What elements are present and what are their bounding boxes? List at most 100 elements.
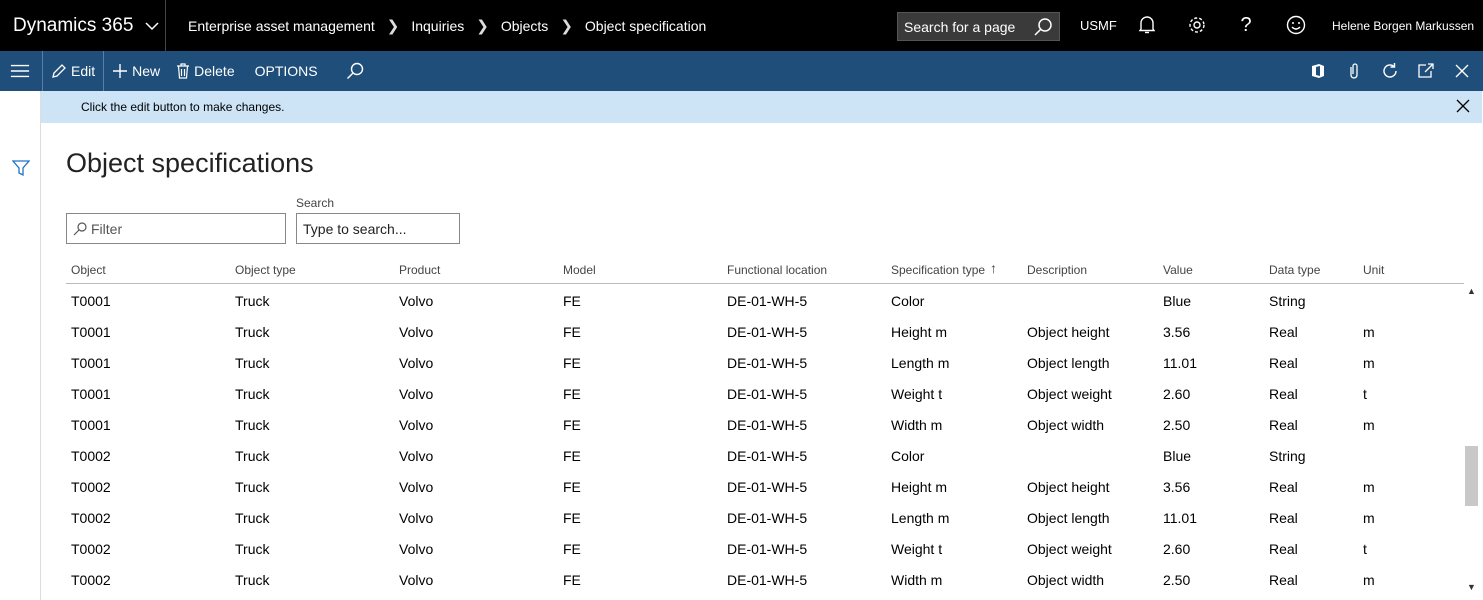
breadcrumb-item[interactable]: Inquiries <box>411 18 464 34</box>
grid-search-value: Type to search... <box>303 220 407 237</box>
chevron-right-icon: ❯ <box>560 17 573 35</box>
table-row[interactable]: T0001 Truck Volvo FE DE-01-WH-5 Width m Object… <box>66 408 1464 439</box>
column-header-unit[interactable]: Unit <box>1363 263 1384 277</box>
cell-object: T0002 <box>71 541 111 557</box>
cell-unit: m <box>1363 417 1375 433</box>
cell-specification-type: Length m <box>891 510 950 526</box>
cell-value: 11.01 <box>1163 355 1197 371</box>
cell-data-type: Real <box>1269 479 1298 495</box>
filter-pane-icon[interactable] <box>11 159 31 182</box>
grid-search-input[interactable]: Type to search... <box>296 213 460 244</box>
user-name[interactable]: Helene Borgen Markussen <box>1332 19 1474 33</box>
table-row[interactable]: T0001 Truck Volvo FE DE-01-WH-5 Length m Objec… <box>66 346 1464 377</box>
cell-product: Volvo <box>399 572 434 588</box>
column-header-product[interactable]: Product <box>399 263 440 277</box>
page-search-input[interactable]: Search for a page <box>897 12 1060 41</box>
table-row[interactable]: T0002 Truck Volvo FE DE-01-WH-5 Weight t Objec… <box>66 532 1464 563</box>
navigation-menu-button[interactable] <box>0 51 42 91</box>
attachment-icon[interactable] <box>1344 61 1364 81</box>
cell-object-type: Truck <box>235 386 270 402</box>
new-button[interactable]: New <box>103 51 168 91</box>
bell-icon[interactable] <box>1135 13 1159 37</box>
edit-button[interactable]: Edit <box>42 51 103 91</box>
table-row[interactable]: T0001 Truck Volvo FE DE-01-WH-5 Height m Objec… <box>66 315 1464 346</box>
grid-scrollbar[interactable]: ▲ ▼ <box>1464 284 1480 596</box>
table-row[interactable]: T0002 Truck Volvo FE DE-01-WH-5 Width m Object… <box>66 563 1464 594</box>
column-header-description[interactable]: Description <box>1027 263 1087 277</box>
table-row[interactable]: T0001 Truck Volvo FE DE-01-WH-5 Color Blue Stri… <box>66 284 1464 315</box>
cell-functional-location: DE-01-WH-5 <box>727 541 808 557</box>
cell-functional-location: DE-01-WH-5 <box>727 448 808 464</box>
cell-unit: m <box>1363 324 1375 340</box>
cell-data-type: Real <box>1269 541 1298 557</box>
column-header-data-type[interactable]: Data type <box>1269 263 1320 277</box>
column-header-object[interactable]: Object <box>71 263 106 277</box>
object-specifications-grid: Object Object type Product Model Functio… <box>66 258 1464 594</box>
chevron-right-icon: ❯ <box>476 17 489 35</box>
cell-object-type: Truck <box>235 541 270 557</box>
breadcrumb-item[interactable]: Enterprise asset management <box>188 18 375 34</box>
table-row[interactable]: T0002 Truck Volvo FE DE-01-WH-5 Length m Objec… <box>66 501 1464 532</box>
scroll-down-icon[interactable]: ▼ <box>1467 582 1476 592</box>
table-row[interactable]: T0002 Truck Volvo FE DE-01-WH-5 Color Blue Stri… <box>66 439 1464 470</box>
cell-object-type: Truck <box>235 324 270 340</box>
grid-header: Object Object type Product Model Functio… <box>66 258 1464 284</box>
breadcrumb: Enterprise asset management ❯ Inquiries … <box>188 17 706 35</box>
cell-object: T0001 <box>71 355 111 371</box>
search-label: Search <box>296 196 335 210</box>
cell-product: Volvo <box>399 386 434 402</box>
breadcrumb-item[interactable]: Object specification <box>585 18 706 34</box>
help-icon[interactable]: ? <box>1234 13 1258 37</box>
cell-model: FE <box>563 510 581 526</box>
delete-button[interactable]: Delete <box>168 51 242 91</box>
search-icon[interactable] <box>1033 17 1053 40</box>
cell-value: Blue <box>1163 448 1192 464</box>
delete-label: Delete <box>194 63 235 79</box>
close-icon[interactable] <box>1456 99 1470 116</box>
breadcrumb-item[interactable]: Objects <box>501 18 548 34</box>
close-icon[interactable] <box>1452 61 1472 81</box>
cell-specification-type: Color <box>891 448 925 464</box>
cell-value: Blue <box>1163 293 1192 309</box>
cell-unit: m <box>1363 572 1375 588</box>
options-tab[interactable]: OPTIONS <box>243 51 326 91</box>
cell-object: T0001 <box>71 324 111 340</box>
column-header-object-type[interactable]: Object type <box>235 263 296 277</box>
cell-model: FE <box>563 293 581 309</box>
cell-object-type: Truck <box>235 479 270 495</box>
hamburger-icon <box>10 64 30 78</box>
cell-object: T0001 <box>71 417 111 433</box>
cell-unit: t <box>1363 386 1367 402</box>
feedback-smiley-icon[interactable] <box>1284 13 1308 37</box>
column-header-model[interactable]: Model <box>563 263 596 277</box>
cell-object: T0002 <box>71 479 111 495</box>
gear-icon[interactable] <box>1185 13 1209 37</box>
app-switcher[interactable]: Dynamics 365 <box>0 0 166 51</box>
cell-description: Object weight <box>1027 541 1112 557</box>
column-header-value[interactable]: Value <box>1163 263 1193 277</box>
cell-object: T0001 <box>71 293 111 309</box>
cell-description: Object height <box>1027 479 1110 495</box>
search-placeholder: Search for a page <box>904 18 1016 35</box>
table-row[interactable]: T0001 Truck Volvo FE DE-01-WH-5 Weight t Objec… <box>66 377 1464 408</box>
scrollbar-thumb[interactable] <box>1465 446 1478 506</box>
column-header-specification-type[interactable]: Specification type <box>891 263 985 277</box>
filter-input[interactable]: Filter <box>66 213 286 244</box>
trash-icon <box>177 63 190 79</box>
cell-model: FE <box>563 479 581 495</box>
scroll-up-icon[interactable]: ▲ <box>1467 286 1476 296</box>
cell-object-type: Truck <box>235 293 270 309</box>
page-title: Object specifications <box>66 148 314 178</box>
action-search-button[interactable] <box>326 51 376 91</box>
column-header-functional-location[interactable]: Functional location <box>727 263 827 277</box>
cell-value: 2.50 <box>1163 572 1191 588</box>
refresh-icon[interactable] <box>1380 61 1400 81</box>
action-pane: Edit New Delete OPTIONS <box>0 51 1483 91</box>
office-icon[interactable] <box>1308 61 1328 81</box>
open-new-window-icon[interactable] <box>1416 61 1436 81</box>
cell-description: Object length <box>1027 510 1110 526</box>
cell-data-type: Real <box>1269 355 1298 371</box>
table-row[interactable]: T0002 Truck Volvo FE DE-01-WH-5 Height m Objec… <box>66 470 1464 501</box>
company-selector[interactable]: USMF <box>1080 18 1117 33</box>
cell-functional-location: DE-01-WH-5 <box>727 293 808 309</box>
